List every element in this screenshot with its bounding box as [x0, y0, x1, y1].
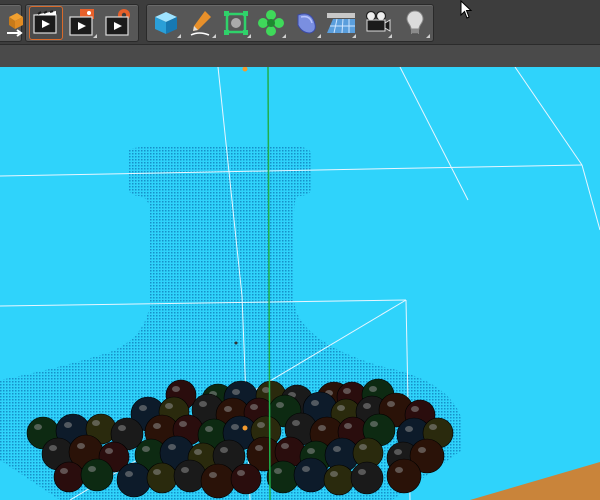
light-button[interactable]	[399, 7, 431, 39]
sphere	[350, 461, 384, 495]
sphere-highlight	[395, 467, 403, 473]
sphere-highlight	[337, 405, 345, 411]
sphere-highlight	[153, 423, 161, 429]
sphere-highlight	[165, 403, 173, 409]
sphere-highlight	[232, 389, 240, 395]
deformer-button[interactable]	[290, 7, 322, 39]
toolbar-group-objects	[146, 4, 434, 42]
sphere	[116, 462, 152, 498]
sphere-highlight	[333, 446, 341, 452]
sphere-highlight	[343, 388, 351, 394]
sphere-highlight	[250, 404, 258, 410]
sphere-highlight	[168, 444, 176, 450]
sphere-highlight	[237, 470, 245, 476]
sphere-highlight	[220, 447, 228, 453]
toolbar-group-edit	[0, 4, 23, 42]
sphere-highlight	[231, 424, 239, 430]
floor-button[interactable]	[325, 7, 357, 39]
spline-pen-button[interactable]	[185, 7, 217, 39]
sphere-highlight	[179, 421, 187, 427]
sphere-highlight	[418, 447, 426, 453]
render-picture-viewer-button[interactable]	[66, 7, 98, 39]
sphere	[323, 464, 355, 496]
axis-handle-center[interactable]	[242, 425, 248, 431]
sphere	[80, 458, 114, 492]
sphere-highlight	[64, 422, 72, 428]
sphere-highlight	[276, 402, 284, 408]
3d-viewport[interactable]	[0, 67, 600, 500]
floor-plane	[470, 462, 600, 500]
sphere-highlight	[411, 406, 419, 412]
render-view-icon	[33, 10, 57, 34]
sphere-highlight	[302, 466, 310, 472]
render-settings-button[interactable]	[102, 7, 134, 39]
sphere-highlight	[205, 426, 213, 432]
sphere-highlight	[92, 420, 100, 426]
sphere-highlight	[429, 424, 437, 430]
sphere-highlight	[405, 426, 413, 432]
sphere-highlight	[88, 466, 96, 472]
sphere-highlight	[370, 421, 378, 427]
sphere-highlight	[387, 401, 395, 407]
sphere-highlight	[369, 386, 377, 392]
sphere-highlight	[105, 448, 113, 454]
sphere-highlight	[118, 425, 126, 431]
sphere	[293, 457, 329, 493]
sphere	[200, 463, 236, 499]
toolbar-group-render	[25, 4, 139, 42]
object-pivot	[234, 341, 238, 345]
sphere-highlight	[77, 443, 85, 449]
cube-button[interactable]	[150, 7, 182, 39]
sphere-highlight	[181, 467, 189, 473]
sphere-highlight	[209, 472, 217, 478]
sphere-highlight	[199, 401, 207, 407]
cloner-button[interactable]	[255, 7, 287, 39]
sphere-highlight	[139, 405, 147, 411]
sphere-highlight	[318, 425, 326, 431]
sphere-highlight	[281, 443, 289, 449]
sphere-highlight	[344, 423, 352, 429]
sphere-highlight	[292, 420, 300, 426]
sphere-highlight	[274, 468, 282, 474]
sphere-highlight	[359, 444, 367, 450]
mouse-cursor-icon	[460, 0, 473, 19]
sphere-highlight	[49, 445, 57, 451]
subdivision-surface-button[interactable]	[220, 7, 252, 39]
sphere	[386, 458, 422, 494]
render-view-button[interactable]	[29, 6, 63, 40]
viewport-header-bar	[0, 45, 600, 68]
sphere	[230, 463, 262, 495]
camera-button[interactable]	[361, 7, 393, 39]
sphere-highlight	[330, 471, 338, 477]
sphere-highlight	[363, 403, 371, 409]
sphere	[173, 459, 207, 493]
sphere	[146, 462, 178, 494]
sphere	[53, 461, 85, 493]
sphere-highlight	[125, 471, 133, 477]
sphere-highlight	[142, 446, 150, 452]
main-toolbar	[0, 0, 600, 45]
sphere-highlight	[307, 448, 315, 454]
render-settings-icon	[105, 9, 130, 36]
axis-handle-top[interactable]	[242, 67, 248, 72]
sphere-highlight	[224, 406, 232, 412]
sphere-highlight	[311, 400, 319, 406]
sphere-highlight	[194, 449, 202, 455]
render-region-button[interactable]	[0, 7, 23, 39]
sphere-highlight	[60, 468, 68, 474]
sphere-highlight	[257, 422, 265, 428]
sphere-highlight	[172, 386, 180, 392]
sphere-highlight	[153, 469, 161, 475]
viewport-canvas	[0, 67, 600, 500]
sphere-highlight	[34, 424, 42, 430]
sphere-highlight	[255, 445, 263, 451]
sphere-highlight	[394, 449, 402, 455]
sphere-highlight	[358, 469, 366, 475]
